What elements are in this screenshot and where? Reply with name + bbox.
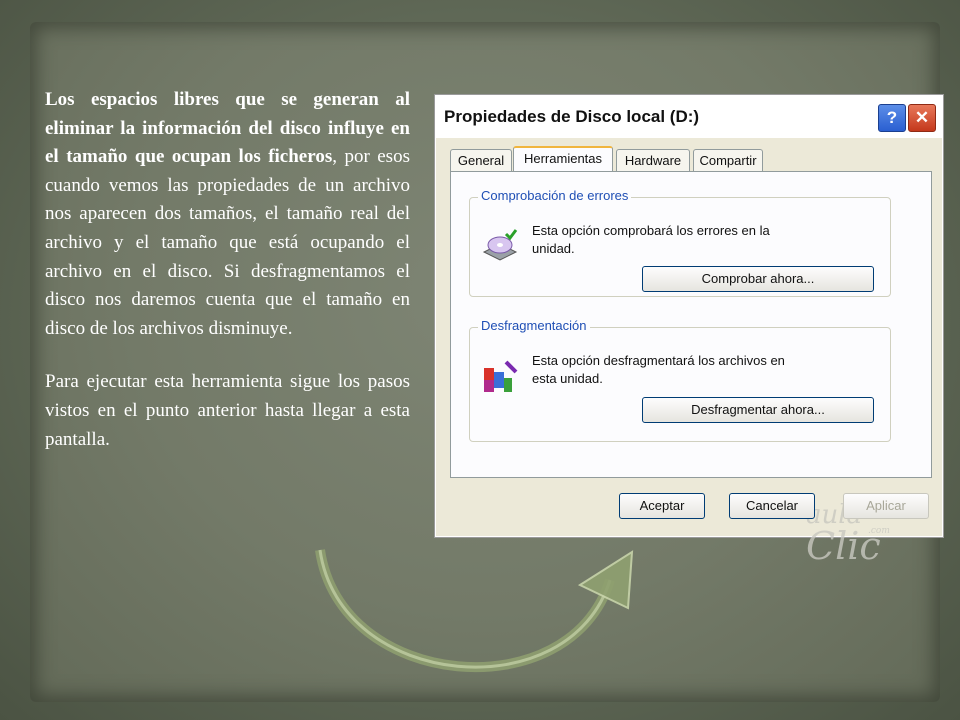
tab-compartir[interactable]: Compartir [693, 149, 763, 172]
error-check-description: Esta opción comprobará los errores en la… [532, 223, 770, 256]
apply-button[interactable]: Aplicar [843, 493, 929, 519]
defrag-icon [484, 360, 518, 392]
close-button[interactable]: ✕ [908, 104, 936, 132]
curved-arrow-icon [315, 549, 634, 672]
tools-tab-page: Comprobación de errores Esta opción comp… [450, 171, 932, 565]
slide-body-text: Los espacios libres que se generan al el… [45, 86, 410, 479]
tab-herramientas[interactable]: Herramientas [513, 146, 613, 174]
dialog-titlebar: Propiedades de Disco local (D:) ? ✕ [436, 96, 942, 138]
defrag-description: Esta opción desfragmentará los archivos … [532, 353, 785, 386]
ok-button[interactable]: Aceptar [619, 493, 705, 519]
tab-general[interactable]: General [450, 149, 512, 172]
disk-properties-dialog: Propiedades de Disco local (D:) ? ✕ Gene… [435, 95, 943, 565]
defrag-group: Desfragmentación Esta opción desfragment… [469, 318, 891, 442]
help-button[interactable]: ? [878, 104, 906, 132]
cancel-button[interactable]: Cancelar [729, 493, 815, 519]
disk-check-icon [482, 229, 518, 261]
defrag-now-button[interactable]: Desfragmentar ahora... [642, 397, 874, 423]
error-check-group: Comprobación de errores Esta opción comp… [469, 188, 891, 297]
defrag-label: Desfragmentación [478, 318, 590, 333]
paragraph-1-rest: , por esos cuando vemos las propiedades … [45, 146, 410, 339]
help-icon: ? [886, 108, 898, 127]
watermark-small: .com [868, 526, 890, 536]
paragraph-2: Para ejecutar esta herramienta sigue los… [45, 371, 410, 450]
close-icon: ✕ [914, 108, 930, 127]
tab-hardware[interactable]: Hardware [616, 149, 690, 172]
paragraph-1: Los espacios libres que se generan al el… [45, 86, 410, 343]
error-check-label: Comprobación de errores [478, 188, 632, 203]
check-now-button[interactable]: Comprobar ahora... [642, 266, 874, 292]
dialog-title: Propiedades de Disco local (D:) [444, 107, 700, 126]
